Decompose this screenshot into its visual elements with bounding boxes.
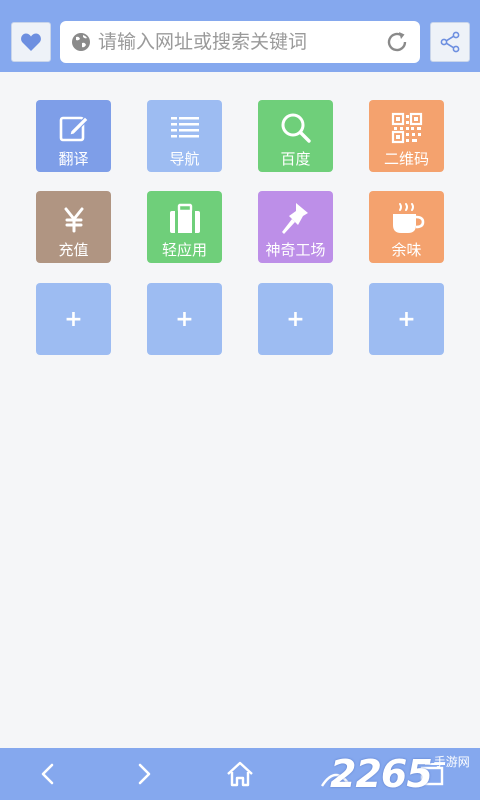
tile-light-app[interactable]: 轻应用 bbox=[147, 191, 222, 263]
tile-label: 百度 bbox=[280, 150, 311, 168]
tile-label: 导航 bbox=[169, 150, 200, 168]
pin-icon bbox=[276, 199, 316, 239]
watermark-number: 2265 bbox=[330, 752, 433, 796]
forward-button[interactable] bbox=[114, 748, 174, 800]
top-toolbar bbox=[0, 0, 480, 72]
add-shortcut-button[interactable]: + bbox=[369, 283, 444, 355]
qr-code-icon bbox=[387, 108, 427, 148]
tile-label: 神奇工场 bbox=[265, 241, 326, 259]
home-button[interactable] bbox=[210, 748, 270, 800]
share-icon bbox=[440, 31, 460, 53]
tile-label: 余味 bbox=[391, 241, 422, 259]
tile-label: 翻译 bbox=[58, 150, 89, 168]
tile-baidu[interactable]: 百度 bbox=[258, 100, 333, 172]
tile-aftertaste[interactable]: 余味 bbox=[369, 191, 444, 263]
search-icon bbox=[276, 108, 316, 148]
tile-magic-workshop[interactable]: 神奇工场 bbox=[258, 191, 333, 263]
plus-icon: + bbox=[175, 306, 194, 332]
back-button[interactable] bbox=[18, 748, 78, 800]
chevron-right-icon bbox=[138, 763, 151, 785]
edit-icon bbox=[54, 108, 94, 148]
tile-qr-code[interactable]: 二维码 bbox=[369, 100, 444, 172]
tile-label: 充值 bbox=[58, 241, 89, 259]
share-button[interactable] bbox=[430, 22, 470, 62]
refresh-icon[interactable] bbox=[384, 29, 410, 55]
favorites-button[interactable] bbox=[11, 22, 51, 62]
tile-label: 二维码 bbox=[383, 150, 429, 168]
add-shortcut-button[interactable]: + bbox=[258, 283, 333, 355]
add-shortcut-button[interactable]: + bbox=[36, 283, 111, 355]
tile-recharge[interactable]: 充值 bbox=[36, 191, 111, 263]
plus-icon: + bbox=[286, 306, 305, 332]
tile-navigation[interactable]: 导航 bbox=[147, 100, 222, 172]
chevron-left-icon bbox=[41, 763, 54, 785]
list-icon bbox=[165, 108, 205, 148]
heart-icon bbox=[21, 33, 41, 51]
tile-label: 轻应用 bbox=[161, 241, 207, 259]
home-icon bbox=[227, 761, 253, 787]
plus-icon: + bbox=[64, 306, 83, 332]
url-search-bar bbox=[60, 21, 420, 63]
search-input[interactable] bbox=[98, 23, 384, 61]
globe-icon bbox=[70, 31, 92, 53]
yen-icon bbox=[54, 199, 94, 239]
plus-icon: + bbox=[397, 306, 416, 332]
add-shortcut-button[interactable]: + bbox=[147, 283, 222, 355]
tile-translate[interactable]: 翻译 bbox=[36, 100, 111, 172]
watermark-text: 手游网 bbox=[433, 755, 470, 769]
cup-icon bbox=[387, 199, 427, 239]
suitcase-icon bbox=[165, 199, 205, 239]
watermark-logo: 2265 手游网 bbox=[330, 752, 470, 796]
